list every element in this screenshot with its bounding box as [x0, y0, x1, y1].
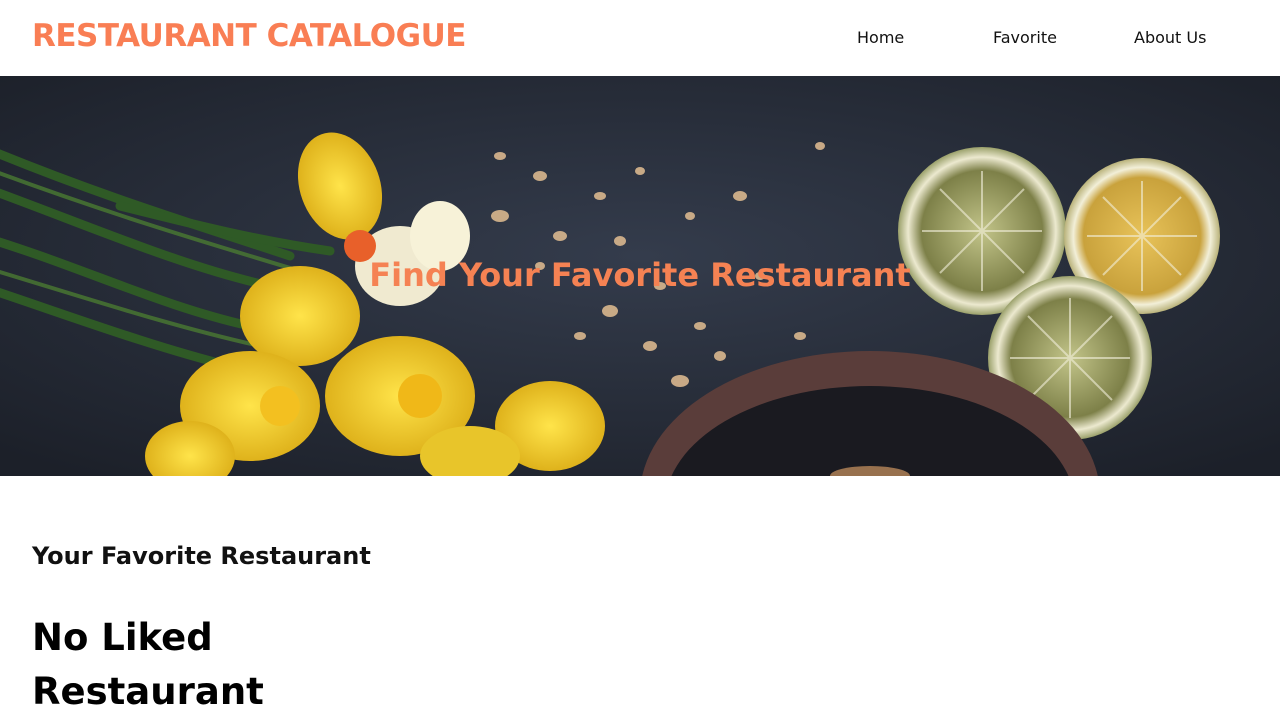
- nav-favorite-link[interactable]: Favorite: [993, 28, 1057, 47]
- section-heading: Your Favorite Restaurant: [32, 542, 371, 570]
- hero-banner: Find Your Favorite Restaurant: [0, 76, 1280, 476]
- nav-about-link[interactable]: About Us: [1134, 28, 1206, 47]
- nav-home-link[interactable]: Home: [857, 28, 904, 47]
- empty-state-message: No Liked Restaurant: [32, 616, 264, 713]
- app-header: RESTAURANT CATALOGUE Home Favorite About…: [0, 0, 1280, 76]
- hero-title: Find Your Favorite Restaurant: [369, 256, 911, 294]
- brand-logo-link[interactable]: RESTAURANT CATALOGUE: [32, 18, 466, 54]
